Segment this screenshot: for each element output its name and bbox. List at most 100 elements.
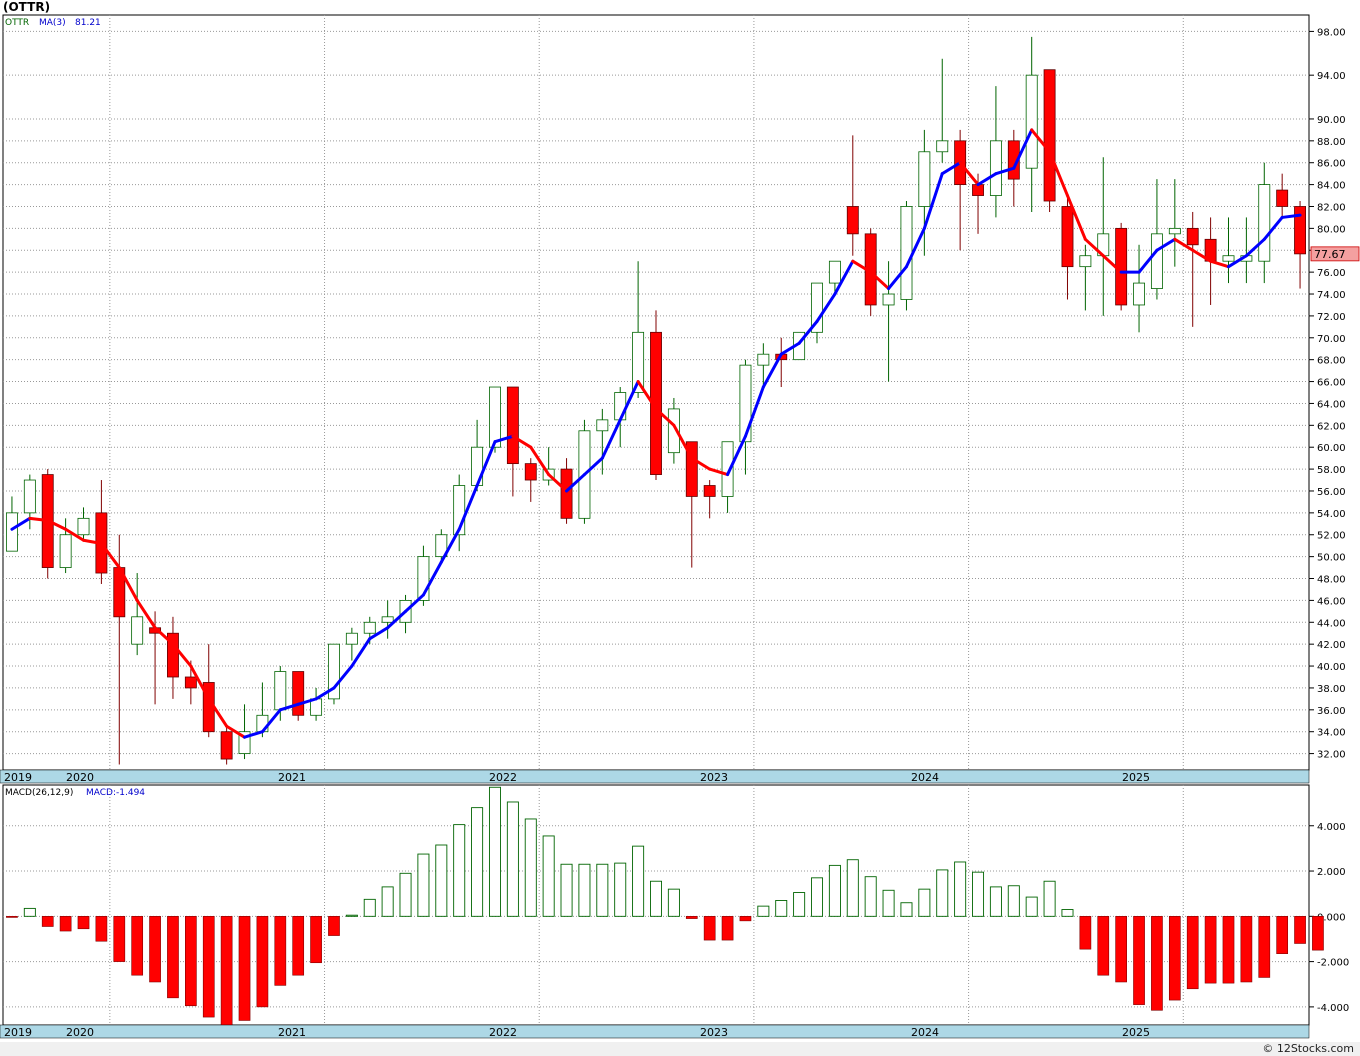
macd-bar <box>77 916 90 930</box>
macd-bar <box>1151 916 1163 1011</box>
macd-bar <box>936 869 949 917</box>
macd-bar <box>685 916 698 919</box>
price-tick-label: 66.00 <box>1317 378 1346 389</box>
macd-bar <box>775 900 788 917</box>
macd-bar <box>972 871 985 917</box>
candle-body <box>23 479 36 514</box>
candle-body <box>1133 282 1145 306</box>
legend-ticker: OTTR <box>5 18 29 28</box>
macd-tick-label: 4.000 <box>1317 822 1346 833</box>
macd-bar <box>1186 916 1199 990</box>
candle-body <box>1186 227 1199 246</box>
price-tick-label: 54.00 <box>1317 509 1346 520</box>
candle-body <box>1150 233 1163 289</box>
macd-tick-label: 2.000 <box>1317 867 1346 878</box>
legend-ma-label: MA(3) <box>39 18 66 28</box>
macd-bar <box>1312 916 1324 951</box>
macd-bar <box>721 916 734 941</box>
price-tick-label: 42.00 <box>1317 640 1346 651</box>
macd-bar <box>918 888 931 917</box>
macd-time-axis <box>0 1024 1310 1039</box>
candle-body <box>703 485 716 497</box>
macd-bar <box>1061 909 1074 917</box>
candle-body <box>918 151 931 207</box>
macd-bar <box>1240 916 1253 983</box>
price-tick-label: 56.00 <box>1317 487 1346 498</box>
macd-bar <box>882 889 895 917</box>
macd-year-label: 2022 <box>489 1026 517 1039</box>
macd-bar <box>793 892 806 917</box>
candle-body <box>59 534 72 568</box>
candle-body <box>936 140 949 153</box>
macd-bar <box>328 916 340 936</box>
price-tick-label: 70.00 <box>1317 334 1346 345</box>
candle-body <box>828 260 841 284</box>
chart-window: 32.00 34.00 36.00 38.00 40.00 42.00 44.00 46.00… <box>0 0 1360 1056</box>
macd-bar <box>274 916 287 986</box>
candle-body <box>972 184 984 196</box>
macd-bar <box>667 888 680 917</box>
price-tick-label: 36.00 <box>1317 706 1346 717</box>
macd-bar <box>131 916 144 976</box>
price-tick-label: 98.00 <box>1317 27 1346 38</box>
price-tick-label: 58.00 <box>1317 465 1346 476</box>
price-tick-label: 34.00 <box>1317 728 1346 739</box>
price-tick-label: 40.00 <box>1317 662 1346 673</box>
candle-body <box>989 140 1002 196</box>
macd-bar <box>703 916 716 941</box>
candle-body <box>1025 74 1038 169</box>
macd-bar <box>292 916 305 976</box>
candle-body <box>1168 227 1181 235</box>
macd-year-label: 2024 <box>911 1026 939 1039</box>
price-year-label: 2021 <box>278 771 306 784</box>
price-tick-label: 86.00 <box>1317 159 1346 170</box>
candle-body <box>1222 255 1235 262</box>
macd-bar <box>1043 880 1056 917</box>
macd-bar <box>202 916 215 1018</box>
candle-body <box>1079 255 1092 268</box>
price-time-axis <box>0 769 1310 784</box>
macd-bar <box>435 844 448 917</box>
candle-body <box>900 206 913 300</box>
price-tick-label: 46.00 <box>1317 596 1346 607</box>
macd-bar <box>471 807 484 917</box>
macd-bar <box>811 877 824 917</box>
macd-bar <box>560 863 573 917</box>
macd-legend-value: MACD:-1.494 <box>86 788 145 798</box>
candle-body <box>131 616 144 645</box>
candle-body <box>184 676 197 689</box>
candle-body <box>846 206 859 235</box>
macd-tick-label: -4.000 <box>1317 1003 1349 1014</box>
candle-body <box>882 293 895 306</box>
candle-body <box>524 463 537 481</box>
macd-bar <box>1079 916 1092 950</box>
price-tick-label: 64.00 <box>1317 399 1346 410</box>
price-tick-label: 50.00 <box>1317 553 1346 564</box>
candle-body <box>345 632 358 645</box>
macd-bar <box>453 824 466 917</box>
macd-bar <box>185 916 197 1007</box>
macd-bar <box>1294 916 1306 944</box>
price-tick-label: 90.00 <box>1317 115 1346 126</box>
macd-bar <box>954 861 967 917</box>
price-tick-label: 68.00 <box>1317 356 1346 367</box>
candle-body <box>292 671 305 716</box>
macd-bar <box>167 916 179 999</box>
price-year-label: 2022 <box>489 771 517 784</box>
macd-bar <box>95 916 108 942</box>
macd-tick-label: -2.000 <box>1317 958 1349 969</box>
macd-bar <box>345 914 358 917</box>
macd-bar <box>524 818 537 917</box>
macd-bar <box>41 916 54 927</box>
macd-bar <box>989 886 1002 917</box>
credit-band <box>0 1042 1360 1056</box>
candle-body <box>506 386 519 465</box>
macd-bar <box>488 786 501 917</box>
candle-body <box>757 353 770 366</box>
macd-bar <box>864 876 877 917</box>
price-tick-label: 48.00 <box>1317 575 1346 586</box>
macd-bar <box>828 864 841 917</box>
macd-bar <box>757 905 770 917</box>
price-year-label: 2020 <box>66 771 94 784</box>
last-price-label: 77.67 <box>1314 248 1346 261</box>
